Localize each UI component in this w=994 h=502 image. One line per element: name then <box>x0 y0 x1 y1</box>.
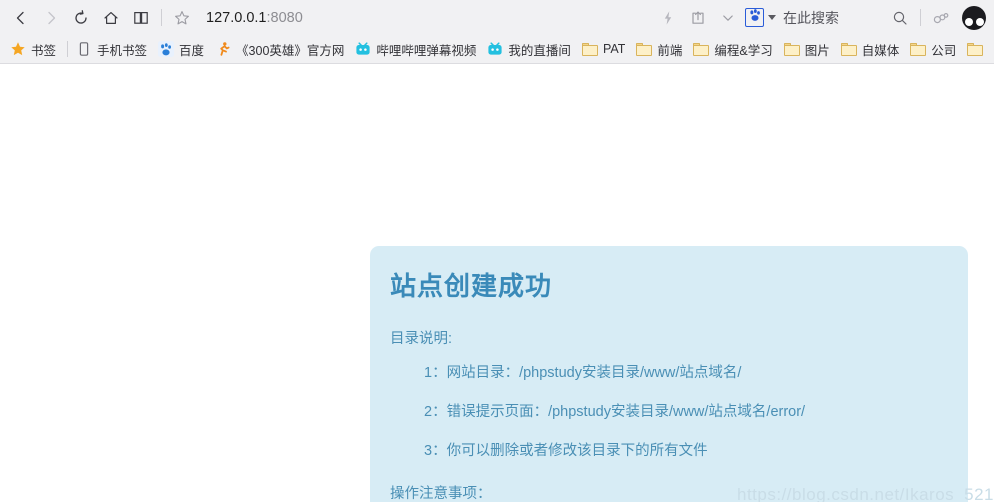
bookmark-label-6: PAT <box>602 42 626 56</box>
folder-icon <box>636 42 653 56</box>
folder-icon <box>693 42 710 56</box>
page-viewport: 站点创建成功 目录说明: 1：网站目录：/phpstudy安装目录/www/站点… <box>0 64 994 502</box>
bookmark-label-11: 公司 <box>931 43 957 58</box>
bookmark-label-5: 我的直播间 <box>508 43 571 58</box>
bookmark-label-4: 哔哩哔哩弹幕视频 <box>376 43 477 58</box>
share-button[interactable] <box>683 4 713 32</box>
browser-toolbar: 127.0.0.1:8080 在此搜索 <box>0 0 994 35</box>
flash-button[interactable] <box>653 4 683 32</box>
baidu-paw-icon <box>158 41 175 57</box>
url-host: 127.0.0.1 <box>206 9 267 26</box>
toolbar-divider-right <box>920 9 921 26</box>
bookmarks-bar: 书签 手机书签 百度 《300英雄》官方网 哔哩哔哩弹幕视频 我的直播间 PAT… <box>0 35 994 64</box>
bookmark-item-9[interactable]: 图片 <box>780 38 837 61</box>
extensions-button[interactable] <box>926 4 956 32</box>
browser-chrome: 127.0.0.1:8080 在此搜索 书签 手机书签 百度 《300英雄》官方… <box>0 0 994 64</box>
bookmark-label-2: 百度 <box>179 43 205 58</box>
home-button[interactable] <box>96 4 126 32</box>
link-chain-icon <box>933 10 949 26</box>
toolbar-overflow-button[interactable] <box>713 4 743 32</box>
bookmark-item-10[interactable]: 自媒体 <box>837 38 907 61</box>
hero-runner-icon <box>215 41 231 57</box>
directory-item: 3：你可以删除或者修改该目录下的所有文件 <box>424 442 708 459</box>
bookmark-item-8[interactable]: 编程&学习 <box>689 38 779 61</box>
reload-button[interactable] <box>66 4 96 32</box>
folder-icon <box>967 42 984 56</box>
share-icon <box>690 10 706 26</box>
baidu-paw-icon <box>748 8 762 27</box>
directory-section-label: 目录说明: <box>390 330 453 347</box>
bookmark-item-11[interactable]: 公司 <box>906 38 963 61</box>
notes-section-label: 操作注意事项： <box>390 485 492 502</box>
lightning-bolt-icon <box>660 10 676 26</box>
star-outline-icon <box>174 10 190 26</box>
bookmark-label-9: 图片 <box>804 43 830 58</box>
search-input[interactable]: 在此搜索 <box>783 8 839 28</box>
bookmark-separator <box>67 41 69 57</box>
url-port: :8080 <box>266 9 303 26</box>
bookmark-label-1: 手机书签 <box>97 43 148 58</box>
folder-icon <box>910 42 927 56</box>
bookmark-label-8: 编程&学习 <box>714 43 773 58</box>
folder-icon <box>581 42 598 56</box>
book-icon <box>133 10 149 26</box>
folder-icon <box>840 42 857 56</box>
url-bar[interactable]: 127.0.0.1:8080 <box>197 4 653 32</box>
bookmark-item-3[interactable]: 《300英雄》官方网 <box>211 38 351 61</box>
bookmark-label-7: 前端 <box>657 43 683 58</box>
chevron-down-icon <box>720 10 736 26</box>
bookmark-star-button[interactable] <box>167 4 197 32</box>
forward-arrow-icon <box>43 10 59 26</box>
reading-list-button[interactable] <box>126 4 156 32</box>
page-title: 站点创建成功 <box>390 271 553 301</box>
search-button[interactable] <box>885 4 915 32</box>
directory-item: 1：网站目录：/phpstudy安装目录/www/站点域名/ <box>424 364 742 381</box>
bookmark-label-3: 《300英雄》官方网 <box>236 43 345 58</box>
bookmark-item-2[interactable]: 百度 <box>154 38 211 61</box>
star-filled-icon <box>10 41 26 57</box>
bookmark-item-4[interactable]: 哔哩哔哩弹幕视频 <box>351 38 483 61</box>
search-icon <box>892 10 908 26</box>
home-icon <box>103 10 119 26</box>
bilibili-icon <box>355 41 371 57</box>
bookmark-item-7[interactable]: 前端 <box>632 38 689 61</box>
back-button[interactable] <box>6 4 36 32</box>
bookmark-item-5[interactable]: 我的直播间 <box>483 38 578 61</box>
site-created-card: 站点创建成功 目录说明: 1：网站目录：/phpstudy安装目录/www/站点… <box>370 246 968 502</box>
profile-avatar-icon[interactable] <box>962 5 986 30</box>
back-arrow-icon <box>13 10 29 26</box>
bookmark-item-12[interactable] <box>963 38 994 61</box>
url-text: 127.0.0.1:8080 <box>206 10 303 26</box>
directory-item: 2：错误提示页面：/phpstudy安装目录/www/站点域名/error/ <box>424 403 806 420</box>
reload-icon <box>73 9 89 26</box>
folder-icon <box>783 42 800 56</box>
toolbar-right-group: 在此搜索 <box>653 4 986 32</box>
search-engine-button[interactable] <box>745 8 764 27</box>
forward-button[interactable] <box>36 4 66 32</box>
bookmark-label-10: 自媒体 <box>861 43 900 58</box>
bookmark-item-6[interactable]: PAT <box>578 38 632 61</box>
bookmark-label-0: 书签 <box>31 43 57 58</box>
bookmark-item-1[interactable]: 手机书签 <box>72 38 154 61</box>
caret-down-icon[interactable] <box>768 15 776 20</box>
toolbar-divider <box>161 9 162 26</box>
bilibili-icon <box>487 41 503 57</box>
phone-icon <box>76 41 92 57</box>
bookmark-item-0[interactable]: 书签 <box>6 38 63 61</box>
